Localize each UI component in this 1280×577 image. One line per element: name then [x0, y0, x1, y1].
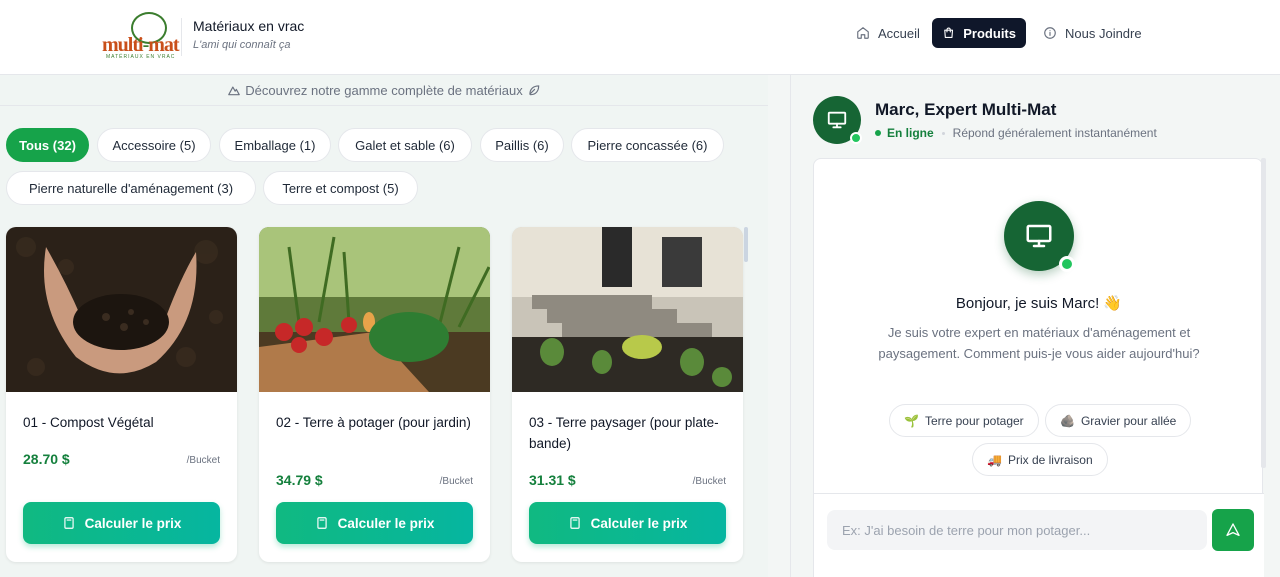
nav-nous-joindre[interactable]: Nous Joindre [1033, 18, 1152, 48]
vegetable-garden-image [259, 227, 490, 392]
chat-panel: Marc, Expert Multi-Mat En ligne Répond g… [790, 75, 1280, 577]
suggestion-terre-potager[interactable]: 🌱 Terre pour potager [889, 404, 1039, 437]
nav-produits-label: Produits [963, 25, 1016, 41]
calculate-price-button[interactable]: Calculer le prix [276, 502, 473, 544]
filter-galet-sable[interactable]: Galet et sable (6) [338, 128, 472, 162]
calculate-price-label: Calculer le prix [590, 515, 688, 531]
agent-status: En ligne Répond généralement instantaném… [875, 126, 1157, 140]
chat-window: Bonjour, je suis Marc! 👋 Je suis votre e… [813, 158, 1264, 577]
filter-accessoire[interactable]: Accessoire (5) [97, 128, 211, 162]
mountain-icon [228, 86, 241, 96]
calculate-price-button[interactable]: Calculer le prix [529, 502, 726, 544]
product-name: 01 - Compost Végétal [23, 415, 154, 430]
status-dot [875, 130, 881, 136]
product-card[interactable]: 01 - Compost Végétal 28.70 $ /Bucket Cal… [6, 227, 237, 562]
suggestion-label: Gravier pour allée [1080, 413, 1177, 428]
greeting-text: Bonjour, je suis Marc! 👋 [955, 295, 1123, 312]
product-price: 34.79 $ [276, 472, 323, 488]
calculate-price-label: Calculer le prix [84, 515, 182, 531]
agent-name: Marc, Expert Multi-Mat [875, 100, 1057, 119]
product-name: 03 - Terre paysager (pour plate-bande) [529, 415, 719, 451]
calculate-price-label: Calculer le prix [337, 515, 435, 531]
product-card[interactable]: 02 - Terre à potager (pour jardin) 34.79… [259, 227, 490, 562]
send-button[interactable] [1212, 509, 1254, 551]
filter-pierre-concassee[interactable]: Pierre concassée (6) [571, 128, 724, 162]
chat-scrollbar[interactable] [1261, 158, 1266, 468]
product-price: 31.31 $ [529, 472, 576, 488]
product-unit: /Bucket [439, 476, 473, 487]
nav-accueil-label: Accueil [878, 25, 920, 41]
logo-subtitle: MATÉRIAUX EN VRAC [106, 54, 176, 60]
filter-tous[interactable]: Tous (32) [6, 128, 89, 162]
monitor-icon [1026, 224, 1052, 248]
chat-input-bar [814, 493, 1264, 577]
brand-divider [181, 18, 182, 56]
nav-nous-joindre-label: Nous Joindre [1065, 25, 1142, 41]
suggestion-label: Terre pour potager [924, 413, 1024, 428]
truck-icon: 🚚 [987, 452, 1002, 467]
online-indicator [850, 132, 862, 144]
filter-emballage[interactable]: Emballage (1) [219, 128, 331, 162]
home-icon [857, 27, 869, 39]
shopping-bag-icon [944, 27, 954, 38]
product-unit: /Bucket [692, 476, 726, 487]
nav-produits[interactable]: Produits [932, 18, 1026, 48]
nav-accueil[interactable]: Accueil [846, 18, 930, 48]
info-icon [1044, 27, 1056, 39]
calculator-icon [569, 517, 580, 529]
brand-tagline: L'ami qui connaît ça [193, 39, 291, 51]
product-price: 28.70 $ [23, 451, 70, 467]
calculate-price-button[interactable]: Calculer le prix [23, 502, 220, 544]
intro-text: Je suis votre expert en matériaux d'amén… [878, 325, 1200, 361]
brand-title: Matériaux en vrac [193, 18, 305, 34]
product-unit: /Bucket [186, 455, 220, 466]
discover-banner: Découvrez notre gamme complète de matéri… [0, 75, 768, 106]
landscaped-house-image [512, 227, 743, 392]
leaf-icon [529, 85, 539, 96]
rock-icon: 🪨 [1060, 413, 1075, 428]
send-icon [1226, 523, 1240, 536]
compost-hands-image [6, 227, 237, 392]
filter-pierre-naturelle[interactable]: Pierre naturelle d'aménagement (3) [6, 171, 256, 205]
filter-terre-compost[interactable]: Terre et compost (5) [263, 171, 418, 205]
seedling-icon: 🌱 [904, 413, 919, 428]
monitor-icon [827, 111, 847, 129]
suggestion-gravier-allee[interactable]: 🪨 Gravier pour allée [1045, 404, 1192, 437]
suggestion-prix-livraison[interactable]: 🚚 Prix de livraison [972, 443, 1108, 476]
product-card[interactable]: 03 - Terre paysager (pour plate-bande) 3… [512, 227, 743, 562]
top-header: multi-mat MATÉRIAUX EN VRAC Matériaux en… [0, 0, 1280, 75]
discover-text: Découvrez notre gamme complète de matéri… [245, 82, 523, 98]
online-indicator [1059, 256, 1075, 272]
calculator-icon [316, 517, 327, 529]
product-name: 02 - Terre à potager (pour jardin) [276, 415, 471, 430]
status-online: En ligne [887, 126, 934, 140]
multimat-logo[interactable]: multi-mat MATÉRIAUX EN VRAC [102, 12, 180, 62]
calculator-icon [63, 517, 74, 529]
catalog-scrollbar[interactable] [744, 227, 748, 262]
chat-message-input[interactable] [827, 510, 1207, 550]
filter-paillis[interactable]: Paillis (6) [480, 128, 564, 162]
suggestion-label: Prix de livraison [1007, 452, 1093, 467]
product-catalog: Découvrez notre gamme complète de matéri… [0, 75, 768, 577]
response-time: Répond généralement instantanément [952, 126, 1157, 140]
separator-dot [941, 131, 945, 135]
